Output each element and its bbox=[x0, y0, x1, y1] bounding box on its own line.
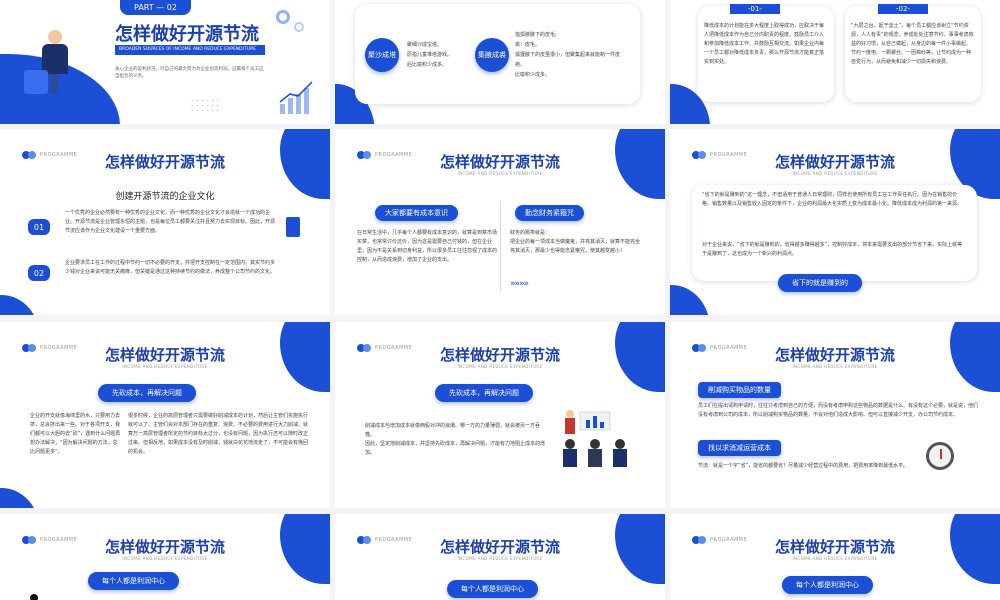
pill-finance-spell: 勤念财务紧箍咒 bbox=[515, 205, 584, 221]
slide-12-subtitle: INCOME AND REDUCE EXPENDITURE bbox=[792, 556, 878, 561]
para-01: 一个优秀的企业必然要有一种优秀的企业文化，而一种优秀的企业文化才会造就一个成功的… bbox=[65, 210, 276, 234]
slide-8[interactable]: PROGRAMME 怎样做好开源节流 INCOME AND REDUCE EXP… bbox=[335, 322, 665, 508]
para-02: 企业要求员工在工作的过程中节约一切不必要的开支，并把开支控制在一定范围内。其实节… bbox=[65, 260, 276, 275]
arrows-icon: »»»» bbox=[510, 279, 529, 289]
tag-01: -01- bbox=[730, 4, 780, 14]
slide-8-title: 怎样做好开源节流 bbox=[439, 346, 560, 364]
slide-7-title: 怎样做好开源节流 bbox=[104, 346, 225, 364]
slide-6-title: 怎样做好开源节流 bbox=[774, 153, 895, 171]
slide-4[interactable]: PROGRAMME 怎样做好开源节流 创建开源节流的企业文化 01 一个优秀的企… bbox=[0, 129, 330, 315]
slide-10-subtitle: INCOME AND REDUCE EXPENDITURE bbox=[122, 556, 208, 561]
cut-costs-right: 很多时候，企业的高层管理者只需要做好削减成本的计划，然后让主管们实施执行就可以了… bbox=[128, 413, 309, 455]
pill-profit-center: 每个人都是利润中心 bbox=[88, 572, 179, 590]
pill-cut-costs: 先砍成本，再解决问题 bbox=[435, 384, 533, 402]
slide-7-subtitle: INCOME AND REDUCE EXPENDITURE bbox=[122, 364, 208, 369]
notebook-icon bbox=[286, 217, 300, 237]
slide-12[interactable]: PROGRAMME 怎样做好开源节流 INCOME AND REDUCE EXP… bbox=[670, 514, 1000, 600]
slide-2[interactable]: 聚沙成塔 聚细沙成宝塔。 原指儿童堆塔游戏。 后比喻积少成多。 集腋成裘 指狐腋… bbox=[335, 0, 665, 124]
slide-1[interactable]: PART — 02 怎样做好开源节流 BROADEN SOURCES OF IN… bbox=[0, 0, 330, 124]
card-02-text: “九层之台，起于垒土”，每个员工都应该树立“节约资源，人人有责”的观念，养成处处… bbox=[851, 23, 974, 65]
slide-8-subtitle: INCOME AND REDUCE EXPENDITURE bbox=[457, 364, 543, 369]
slide-6[interactable]: PROGRAMME 怎样做好开源节流 INCOME AND REDUCE EXP… bbox=[670, 129, 1000, 315]
slide-1-en: BROADEN SOURCES OF INCOME AND REDUCE EXP… bbox=[115, 45, 265, 55]
gear-small-icon bbox=[294, 22, 304, 32]
stopwatch-icon bbox=[926, 442, 954, 470]
person-icon bbox=[30, 594, 38, 600]
section-heading: 创建开源节流的企业文化 bbox=[115, 192, 215, 202]
reduce-quantity-text: 员工们在提出请购申请时，往往只考虑到自己的方便，而没有考虑申购这些物品的数据是什… bbox=[698, 403, 979, 418]
slide-3[interactable]: -01- 降低成本的计划能在多大程度上取得成功，应取决于每人把降低成本作为自己分… bbox=[670, 0, 1000, 124]
slide-5-subtitle: INCOME AND REDUCE EXPENDITURE bbox=[457, 171, 543, 176]
quote-text-2: 对于企业来说，“省下的就是赚到的，省得越多赚得越多”，控制好成本，将本来需要支出… bbox=[702, 242, 963, 257]
list-item: 裘：皮毛。 bbox=[515, 42, 541, 48]
slide-7-blob-bottom bbox=[0, 488, 40, 508]
number-02: 02 bbox=[28, 265, 50, 281]
meeting-illustration bbox=[563, 410, 627, 467]
slide-11-title: 怎样做好开源节流 bbox=[439, 538, 560, 556]
list-item: 狐狸腋下的皮虽很小，但聚集起来就能制一件皮袍。 bbox=[515, 52, 621, 68]
slide-5-title: 怎样做好开源节流 bbox=[439, 153, 560, 171]
divider bbox=[500, 201, 501, 291]
badge-jushachengta: 聚沙成塔 bbox=[365, 38, 399, 72]
quote-text: “省下的就是赚到的”这一理念，不但适用于普通人日常理财，同样也使用所有员工在工作… bbox=[702, 192, 963, 207]
slide-11-subtitle: INCOME AND REDUCE EXPENDITURE bbox=[457, 556, 543, 561]
slide-9-title: 怎样做好开源节流 bbox=[774, 346, 895, 364]
left-list: 聚细沙成宝塔。 原指儿童堆塔游戏。 后比喻积少成多。 bbox=[407, 40, 477, 70]
list-item: 比喻积少成多。 bbox=[515, 72, 551, 78]
badge-jiyechengqiu: 集腋成裘 bbox=[475, 38, 509, 72]
slide-10-title: 怎样做好开源节流 bbox=[104, 538, 225, 556]
list-item: 指狐腋腋下的皮毛; bbox=[515, 32, 557, 38]
pill-cost-awareness: 大家都要有成本意识 bbox=[375, 205, 458, 221]
slide-6-blob-bottom bbox=[670, 285, 710, 315]
gear-icon bbox=[276, 10, 290, 24]
card-01-text: 降低成本的计划能在多大程度上取得成功，应取决于每人把降低成本作为自己分内职责的程… bbox=[704, 23, 825, 65]
cost-awareness-text: 在日常生活中，几乎每个人都要有成本意识的，就算是到菜市场买菜，也常常讨价还价，因… bbox=[357, 230, 498, 263]
finance-spell-text: 财务的那类就是： 把企业的每一项成本当做魔鬼，并将其消灭；就算不能完全将其消灭，… bbox=[510, 230, 641, 254]
reduce-operating-text: 节流：就是一个字“省”，能省的都要省！尽量减少经营过程中的费用，把费用率降到最低… bbox=[698, 463, 909, 469]
tag-02: -02- bbox=[878, 4, 928, 14]
right-list: 指狐腋腋下的皮毛; 裘：皮毛。 狐狸腋下的皮虽很小，但聚集起来就能制一件皮袍。 … bbox=[515, 30, 625, 80]
slide-1-desc: 关心企业的盈利状况，尽自己的最大努力为企业创造利润，这最每个员工应当担负的义务。 bbox=[115, 67, 264, 79]
businessman-illustration bbox=[24, 30, 80, 100]
pill-profit-center: 每个人都是利润中心 bbox=[447, 580, 538, 598]
cut-costs-left: 企业的开支就像海绵里的水，只要用力去挤，总会挤出来一些。对于各项开支，我们都可以… bbox=[30, 413, 121, 455]
pill-reduce-quantity: 削减购买物品的数量 bbox=[698, 382, 781, 398]
slide-5[interactable]: PROGRAMME 怎样做好开源节流 INCOME AND REDUCE EXP… bbox=[335, 129, 665, 315]
slide-9[interactable]: PROGRAMME 怎样做好开源节流 INCOME AND REDUCE EXP… bbox=[670, 322, 1000, 508]
slide-12-title: 怎样做好开源节流 bbox=[774, 538, 895, 556]
slide-4-title: 怎样做好开源节流 bbox=[104, 153, 225, 171]
cut-costs-text: 削减成本与增加成本就像两股对冲的浪潮。哪一方的力量薄弱，就会被另一方吞噬。 因此… bbox=[365, 423, 546, 456]
growth-chart-icon bbox=[279, 81, 313, 114]
list-item: 后比喻积少成多。 bbox=[407, 62, 448, 68]
dot-grid bbox=[190, 98, 220, 114]
slide-6-subtitle: INCOME AND REDUCE EXPENDITURE bbox=[792, 171, 878, 176]
pill-profit-center: 每个人都是利润中心 bbox=[782, 576, 873, 594]
slide-7[interactable]: PROGRAMME 怎样做好开源节流 INCOME AND REDUCE EXP… bbox=[0, 322, 330, 508]
pill-reduce-operating: 找以求消减运营成本 bbox=[698, 440, 781, 456]
slide-4-blob-bottom bbox=[0, 295, 40, 315]
part-label: PART — 02 bbox=[120, 0, 191, 15]
slide-9-subtitle: INCOME AND REDUCE EXPENDITURE bbox=[792, 364, 878, 369]
list-item: 聚细沙成宝塔。 bbox=[407, 42, 443, 48]
number-01: 01 bbox=[28, 219, 50, 235]
slide-10[interactable]: PROGRAMME 怎样做好开源节流 INCOME AND REDUCE EXP… bbox=[0, 514, 330, 600]
list-item: 原指儿童堆塔游戏。 bbox=[407, 52, 453, 58]
slide-1-title: 怎样做好开源节流 bbox=[115, 24, 259, 45]
pill-cut-costs: 先砍成本，再解决问题 bbox=[98, 384, 196, 402]
slide-11[interactable]: PROGRAMME 怎样做好开源节流 INCOME AND REDUCE EXP… bbox=[335, 514, 665, 600]
pill-saved-is-earned: 省下的就是赚到的 bbox=[778, 274, 862, 292]
